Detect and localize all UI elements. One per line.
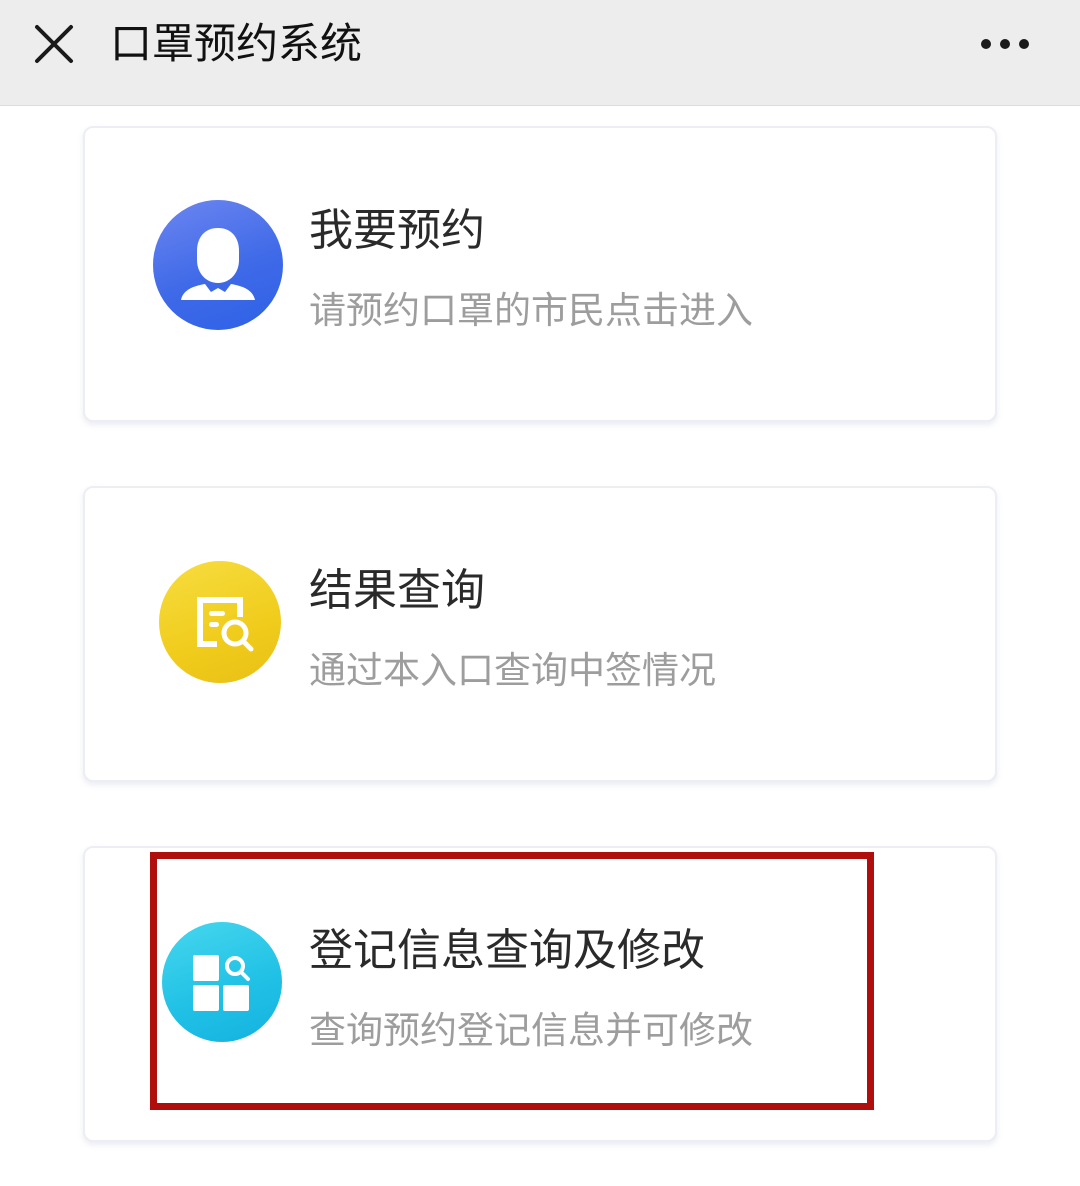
- user-avatar-icon: [153, 200, 283, 330]
- result-search-icon: [159, 561, 281, 683]
- card-title: 登记信息查询及修改: [309, 925, 705, 976]
- card-title: 我要预约: [309, 205, 485, 256]
- grid-search-icon: [162, 922, 282, 1042]
- more-icon: [981, 39, 1029, 49]
- card-subtitle: 请预约口罩的市民点击进入: [309, 289, 753, 332]
- top-bar: 口罩预约系统: [0, 0, 1080, 106]
- card-result-query[interactable]: 结果查询 通过本入口查询中签情况: [83, 486, 997, 782]
- close-icon: [35, 25, 73, 63]
- more-button[interactable]: [960, 14, 1050, 74]
- card-subtitle: 通过本入口查询中签情况: [309, 649, 716, 692]
- page-title: 口罩预约系统: [110, 19, 363, 68]
- close-button[interactable]: [22, 14, 86, 74]
- card-make-reservation[interactable]: 我要预约 请预约口罩的市民点击进入: [83, 126, 997, 422]
- card-title: 结果查询: [309, 565, 485, 616]
- card-subtitle: 查询预约登记信息并可修改: [309, 1009, 753, 1052]
- card-registration-query[interactable]: 登记信息查询及修改 查询预约登记信息并可修改: [83, 846, 997, 1142]
